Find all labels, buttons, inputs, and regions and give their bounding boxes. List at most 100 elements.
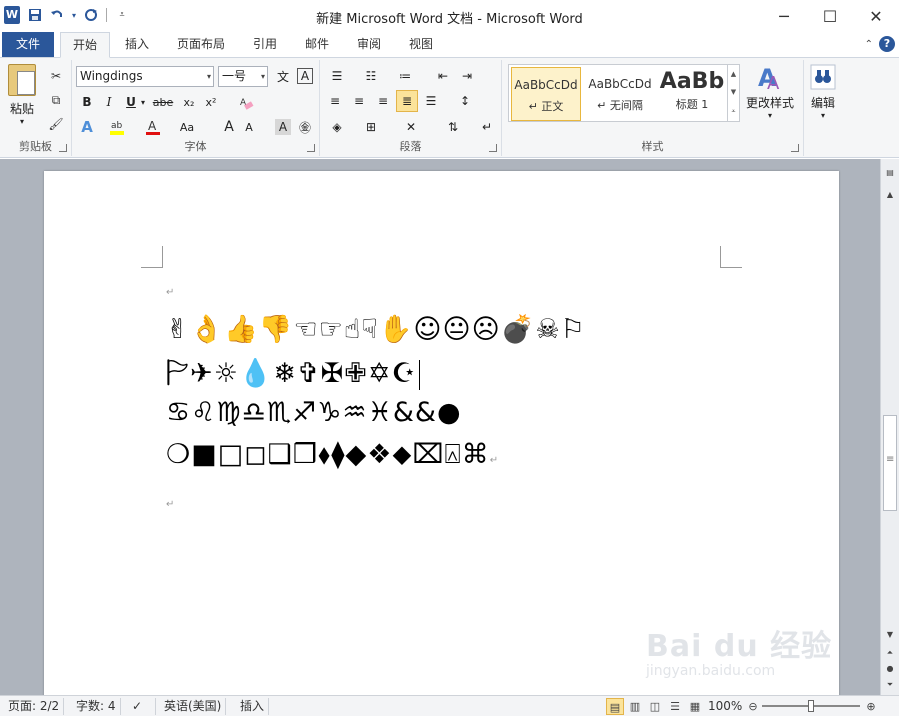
font-name-combo[interactable]: Wingdings ▾ xyxy=(76,66,214,87)
bullets-icon[interactable]: ☰ xyxy=(326,65,348,87)
shrink-font-button[interactable]: A xyxy=(238,116,260,138)
scroll-down-icon[interactable]: ▼ xyxy=(881,627,899,643)
distributed-icon[interactable]: ☰ xyxy=(420,90,442,112)
font-color-icon[interactable]: A xyxy=(142,116,164,138)
save-icon[interactable] xyxy=(26,6,44,24)
char-border-icon[interactable]: A xyxy=(297,68,313,84)
web-layout-icon[interactable]: ◫ xyxy=(646,698,664,715)
undo-icon[interactable] xyxy=(48,6,66,24)
style-heading-1[interactable]: AaBb 标题 1 xyxy=(657,67,727,121)
multilevel-list-icon[interactable]: ≔ xyxy=(394,65,416,87)
minimize-ribbon-icon[interactable]: ⌃ xyxy=(865,39,873,50)
underline-dropdown-icon[interactable]: ▾ xyxy=(138,91,148,113)
highlight-icon[interactable]: ab xyxy=(106,116,128,138)
show-marks-icon[interactable]: ↵ xyxy=(476,116,498,138)
tab-view[interactable]: 视图 xyxy=(400,32,442,58)
document-page[interactable]: ↵ ✌👌👍👎☜☞☝☟✋☺😐☹💣☠⚐ 🏱✈☼💧❄✞✠✙✡☪ ♋♌♍♎♏♐♑♒♓&&… xyxy=(44,171,839,695)
tab-page-layout[interactable]: 页面布局 xyxy=(168,32,234,58)
char-shading-icon[interactable]: A xyxy=(275,119,291,135)
gallery-up-icon[interactable]: ▲ xyxy=(731,70,736,78)
numbering-icon[interactable]: ☷ xyxy=(360,65,382,87)
redo-icon[interactable] xyxy=(82,6,100,24)
symbol-line-3[interactable]: ♋♌♍♎♏♐♑♒♓&&● xyxy=(166,397,462,428)
change-styles-button[interactable]: AA 更改样式 ▾ xyxy=(746,62,794,120)
ruler-toggle-icon[interactable]: ▤ xyxy=(881,165,899,181)
cut-icon[interactable]: ✂ xyxy=(46,66,66,86)
symbol-line-2[interactable]: 🏱✈☼💧❄✞✠✙✡☪ xyxy=(166,354,420,400)
enclosed-char-icon[interactable]: ㊎ xyxy=(294,116,316,138)
help-icon[interactable]: ? xyxy=(879,36,895,52)
clear-formatting-icon[interactable]: A xyxy=(236,91,258,113)
tab-mailings[interactable]: 邮件 xyxy=(296,32,338,58)
font-launcher-icon[interactable] xyxy=(307,144,315,152)
italic-button[interactable]: I xyxy=(98,91,120,113)
scroll-thumb[interactable] xyxy=(883,415,897,511)
change-case-button[interactable]: Aa xyxy=(176,116,198,138)
tab-references[interactable]: 引用 xyxy=(244,32,286,58)
word-app-icon[interactable]: W xyxy=(4,6,20,24)
tab-review[interactable]: 审阅 xyxy=(348,32,390,58)
browse-object-icon[interactable]: ● xyxy=(881,661,899,677)
proofing-icon[interactable]: ✓ xyxy=(128,698,156,715)
tab-file[interactable]: 文件 xyxy=(2,32,54,57)
line-spacing-icon[interactable]: ↕ xyxy=(454,90,476,112)
zoom-slider-knob[interactable] xyxy=(808,700,814,712)
gallery-more-icon[interactable]: ⩡ xyxy=(732,107,736,116)
draft-view-icon[interactable]: ▦ xyxy=(686,698,704,715)
font-size-combo[interactable]: 一号 ▾ xyxy=(218,66,268,87)
sort-icon[interactable]: ⇅ xyxy=(442,116,464,138)
subscript-button[interactable]: x₂ xyxy=(178,91,200,113)
customize-qat-icon[interactable]: ⩡ xyxy=(113,6,131,24)
chinese-layout-icon[interactable]: ✕ xyxy=(400,116,422,138)
decrease-indent-icon[interactable]: ⇤ xyxy=(432,65,454,87)
vertical-scrollbar[interactable]: ▤ ▲ ▼ ⏶ ● ⏷ xyxy=(880,159,899,695)
outline-view-icon[interactable]: ☰ xyxy=(666,698,684,715)
print-layout-view-icon[interactable]: ▤ xyxy=(606,698,624,715)
prev-page-icon[interactable]: ⏶ xyxy=(881,645,899,661)
close-button[interactable]: ✕ xyxy=(853,0,899,32)
align-right-icon[interactable]: ≡ xyxy=(372,90,394,112)
document-area[interactable]: ↵ ✌👌👍👎☜☞☝☟✋☺😐☹💣☠⚐ 🏱✈☼💧❄✞✠✙✡☪ ♋♌♍♎♏♐♑♒♓&&… xyxy=(0,159,880,695)
editing-button[interactable]: 编辑 ▾ xyxy=(810,64,836,120)
minimize-button[interactable]: ─ xyxy=(761,0,807,32)
maximize-button[interactable]: ☐ xyxy=(807,0,853,32)
superscript-button[interactable]: x² xyxy=(200,91,222,113)
next-page-icon[interactable]: ⏷ xyxy=(881,677,899,693)
zoom-out-icon[interactable]: ⊖ xyxy=(744,698,762,715)
symbol-line-1[interactable]: ✌👌👍👎☜☞☝☟✋☺😐☹💣☠⚐ xyxy=(166,313,586,345)
text-effects-icon[interactable]: A xyxy=(76,116,98,138)
justify-icon[interactable]: ≣ xyxy=(396,90,418,112)
paste-button[interactable]: 粘贴 ▾ xyxy=(8,64,36,126)
page-count[interactable]: 页面: 2/2 xyxy=(4,698,65,715)
borders-icon[interactable]: ⊞ xyxy=(360,116,382,138)
zoom-level[interactable]: 100% xyxy=(704,698,746,715)
style-no-spacing[interactable]: AaBbCcDd ↵ 无间隔 xyxy=(585,67,655,121)
copy-icon[interactable]: ⧉ xyxy=(46,90,66,110)
full-screen-reading-icon[interactable]: ▥ xyxy=(626,698,644,715)
symbol-line-4[interactable]: ❍■□◻❑❒⬧⧫◆❖⬥⌧⍓⌘↵ xyxy=(166,439,499,471)
word-count[interactable]: 字数: 4 xyxy=(72,698,121,715)
language-indicator[interactable]: 英语(美国) xyxy=(160,698,227,715)
shading-icon[interactable]: ◈ xyxy=(326,116,348,138)
undo-dropdown-icon[interactable]: ▾ xyxy=(70,6,78,24)
increase-indent-icon[interactable]: ⇥ xyxy=(456,65,478,87)
bold-button[interactable]: B xyxy=(76,91,98,113)
zoom-slider[interactable] xyxy=(762,700,860,712)
format-painter-icon[interactable]: 🖌 xyxy=(46,114,66,134)
styles-launcher-icon[interactable] xyxy=(791,144,799,152)
insert-mode[interactable]: 插入 xyxy=(236,698,270,715)
align-left-icon[interactable]: ≡ xyxy=(324,90,346,112)
clipboard-launcher-icon[interactable] xyxy=(59,144,67,152)
tab-home[interactable]: 开始 xyxy=(60,32,110,58)
style-normal[interactable]: AaBbCcDd ↵ 正文 xyxy=(511,67,581,121)
paragraph-group: ☰ ☷ ≔ ⇤ ⇥ ≡ ≡ ≡ ≣ ☰ ↕ ◈ ⊞ ✕ ⇅ ↵ 段落 xyxy=(320,60,502,156)
paragraph-launcher-icon[interactable] xyxy=(489,144,497,152)
phonetic-guide-icon[interactable]: 文 xyxy=(272,65,294,87)
tab-insert[interactable]: 插入 xyxy=(114,32,160,58)
zoom-in-icon[interactable]: ⊕ xyxy=(862,698,880,715)
grow-font-button[interactable]: A xyxy=(218,116,240,138)
scroll-up-icon[interactable]: ▲ xyxy=(881,187,899,203)
strikethrough-button[interactable]: abe xyxy=(150,91,176,113)
align-center-icon[interactable]: ≡ xyxy=(348,90,370,112)
gallery-down-icon[interactable]: ▼ xyxy=(731,88,736,96)
